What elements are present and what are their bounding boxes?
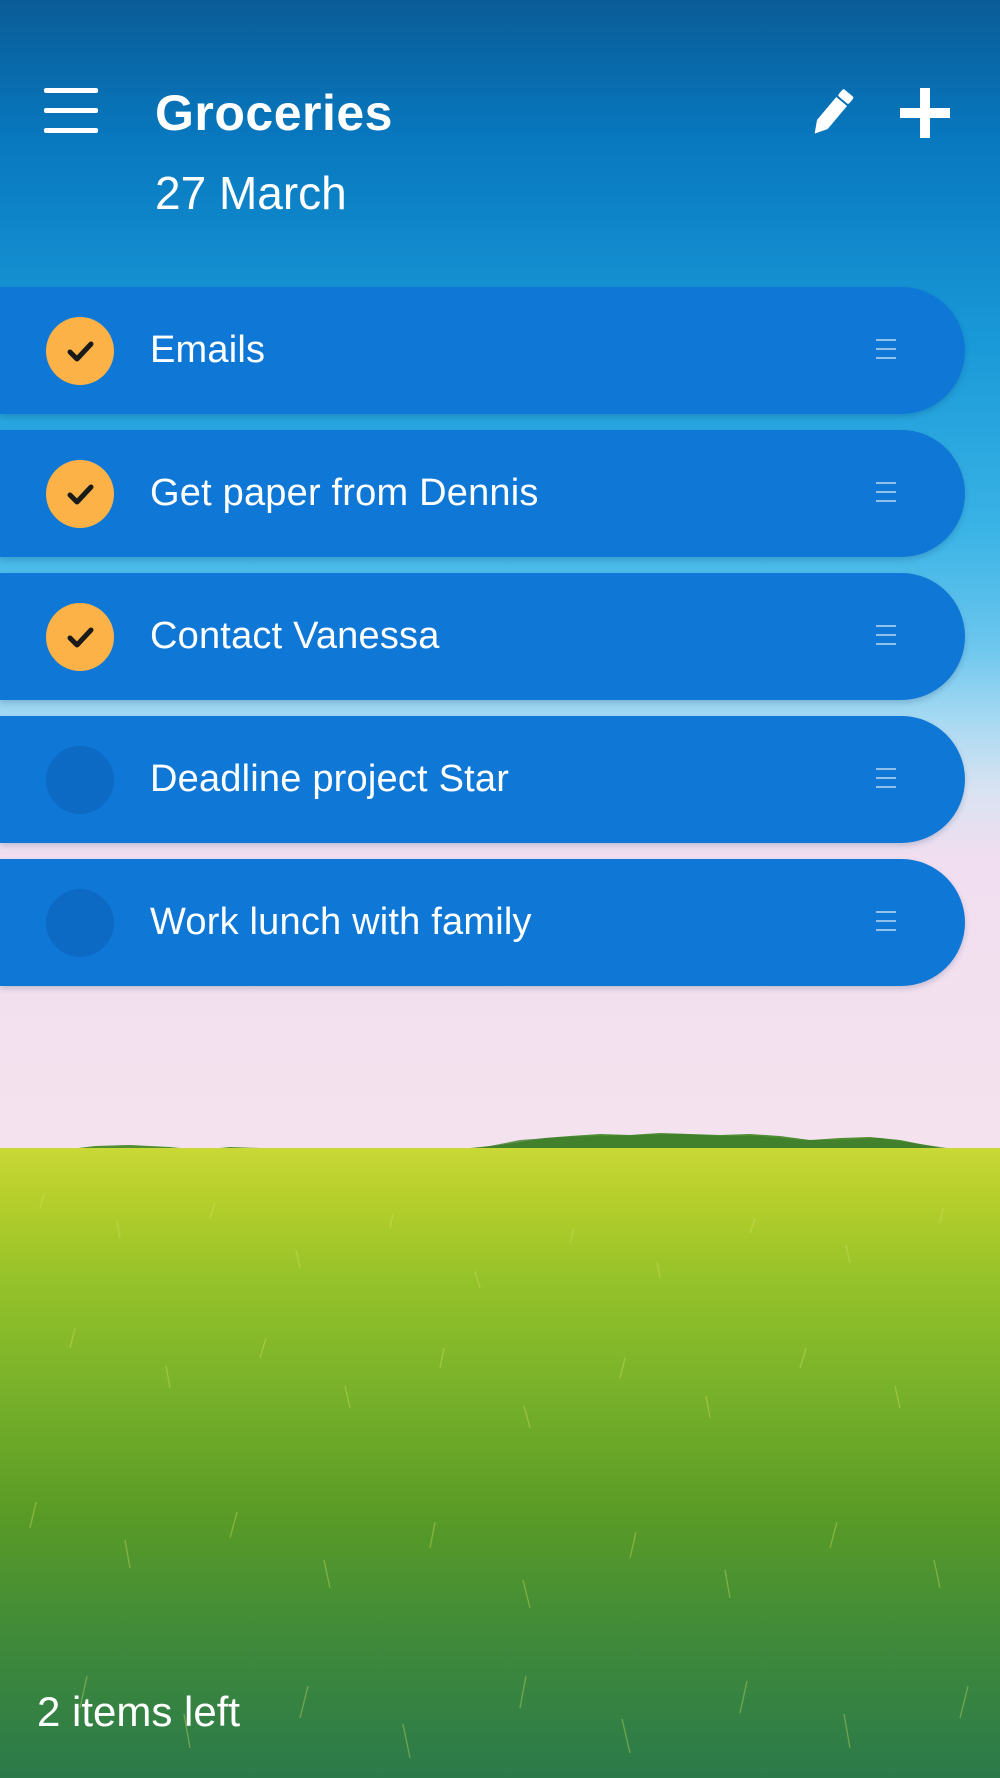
task-row[interactable]: Emails — [0, 287, 965, 414]
task-label: Get paper from Dennis — [150, 472, 539, 514]
checkmark-icon — [67, 484, 94, 505]
task-checkbox[interactable] — [46, 746, 114, 814]
task-checkbox[interactable] — [46, 317, 114, 385]
task-row[interactable]: Deadline project Star — [0, 716, 965, 843]
checkmark-icon — [67, 627, 94, 648]
checkmark-icon — [67, 341, 94, 362]
task-label: Work lunch with family — [150, 901, 532, 943]
task-checkbox[interactable] — [46, 603, 114, 671]
drag-handle-icon[interactable] — [876, 625, 896, 647]
list-date: 27 March — [155, 167, 347, 219]
drag-handle-icon[interactable] — [876, 339, 896, 361]
items-left-counter: 2 items left — [37, 1688, 241, 1735]
drag-handle-icon[interactable] — [876, 482, 896, 504]
task-row[interactable]: Contact Vanessa — [0, 573, 965, 700]
task-label: Deadline project Star — [150, 758, 510, 800]
app-header: Groceries 27 March — [0, 0, 1000, 260]
pencil-icon[interactable] — [806, 84, 858, 142]
task-label: Contact Vanessa — [150, 615, 440, 657]
list-title: Groceries — [155, 85, 393, 141]
task-checkbox[interactable] — [46, 460, 114, 528]
task-row[interactable]: Get paper from Dennis — [0, 430, 965, 557]
drag-handle-icon[interactable] — [876, 911, 896, 933]
plus-icon[interactable] — [898, 86, 952, 140]
task-label: Emails — [150, 329, 266, 371]
drag-handle-icon[interactable] — [876, 768, 896, 790]
hamburger-menu-icon[interactable] — [44, 88, 100, 134]
task-list: Emails Get paper from Dennis Contact Van… — [0, 287, 965, 1002]
task-row[interactable]: Work lunch with family — [0, 859, 965, 986]
grass-texture — [29, 1193, 969, 1759]
task-checkbox[interactable] — [46, 889, 114, 957]
